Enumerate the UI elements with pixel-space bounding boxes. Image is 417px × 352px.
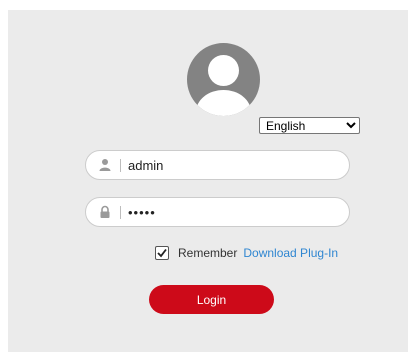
remember-checkbox[interactable] bbox=[155, 246, 169, 260]
download-plugin-link[interactable]: Download Plug-In bbox=[243, 246, 338, 260]
avatar-head bbox=[208, 55, 239, 86]
remember-label: Remember bbox=[178, 246, 238, 260]
login-button[interactable]: Login bbox=[149, 285, 274, 314]
username-input[interactable] bbox=[128, 155, 328, 175]
password-field[interactable] bbox=[85, 197, 350, 227]
avatar-icon bbox=[187, 43, 260, 116]
avatar-shoulders bbox=[196, 90, 251, 116]
password-input[interactable] bbox=[128, 202, 328, 222]
checkmark-icon bbox=[157, 248, 167, 258]
user-icon bbox=[98, 158, 112, 172]
language-select[interactable]: English bbox=[259, 117, 360, 134]
username-separator bbox=[120, 159, 121, 172]
username-field[interactable] bbox=[85, 150, 350, 180]
password-separator bbox=[120, 206, 121, 219]
remember-row: Remember Download Plug-In bbox=[155, 245, 338, 261]
lock-icon bbox=[98, 205, 112, 219]
